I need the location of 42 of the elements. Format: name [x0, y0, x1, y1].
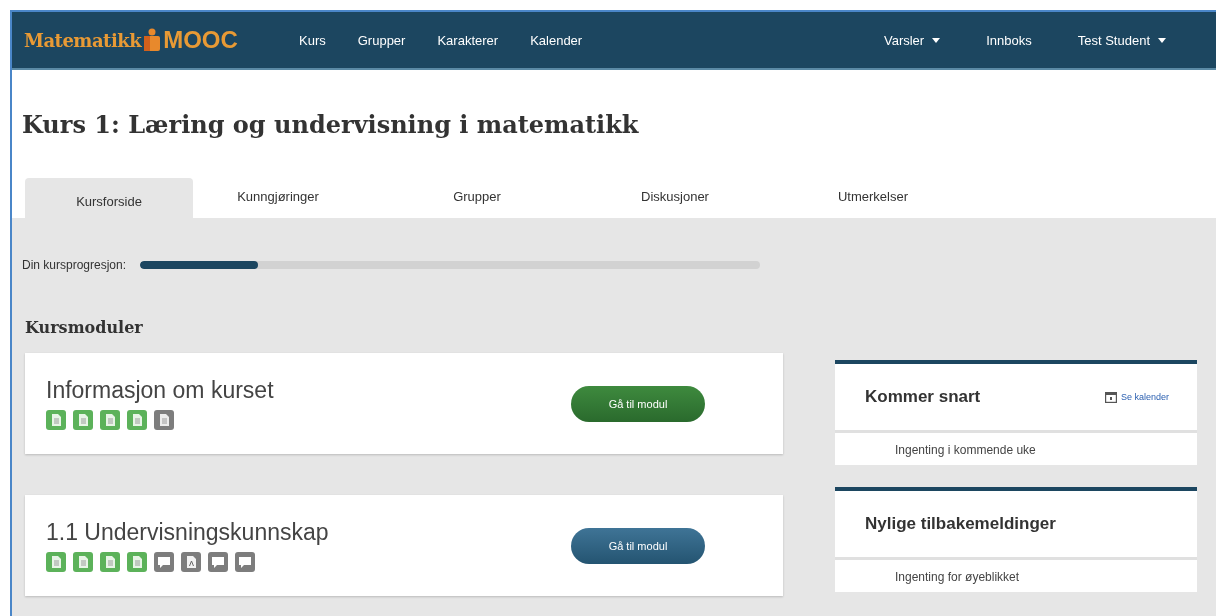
- tab[interactable]: Utmerkelser: [789, 178, 957, 218]
- calendar-icon: [1104, 391, 1117, 403]
- speech-bubble-icon[interactable]: [208, 552, 228, 572]
- nav-link[interactable]: Kurs: [299, 32, 326, 48]
- go-to-module-button[interactable]: Gå til modul: [571, 527, 705, 564]
- document-icon[interactable]: [73, 552, 93, 572]
- nav-link[interactable]: Karakterer: [437, 32, 499, 48]
- document-icon[interactable]: [154, 410, 174, 430]
- go-to-module-button[interactable]: Gå til modul: [571, 385, 705, 422]
- document-icon[interactable]: [127, 552, 147, 572]
- tab[interactable]: Kunngjøringer: [193, 178, 363, 218]
- logo-text[interactable]: Matematikk: [24, 29, 142, 51]
- document-icon[interactable]: [46, 410, 66, 430]
- link-text[interactable]: Se kalender: [1120, 392, 1169, 402]
- document-icon[interactable]: [100, 552, 120, 572]
- panel-title: Nylige tilbakemeldinger: [865, 514, 1056, 534]
- tab[interactable]: Diskusjoner: [591, 178, 759, 218]
- course-title: Kurs 1: Læring og undervisning i matematikk: [21, 109, 640, 140]
- document-icon[interactable]: [46, 552, 66, 572]
- module-title: Informasjon om kurset: [46, 377, 275, 404]
- panel-title: Kommer snart: [865, 387, 981, 407]
- document-icon[interactable]: [73, 410, 93, 430]
- document-icon[interactable]: [181, 552, 201, 572]
- tab[interactable]: Kursforside: [25, 178, 193, 218]
- people-icon: [142, 28, 163, 52]
- progress-label: Din kursprogresjon:: [22, 258, 127, 272]
- section-heading: Kursmoduler: [25, 318, 144, 337]
- speech-bubble-icon[interactable]: [154, 552, 174, 572]
- module-title: 1.1 Undervisningskunnskap: [46, 519, 330, 546]
- speech-bubble-icon[interactable]: [235, 552, 255, 572]
- logo-text[interactable]: MOOC: [163, 26, 238, 54]
- empty-message: Ingenting i kommende uke: [894, 442, 1037, 459]
- nav-link[interactable]: Test Student: [1077, 32, 1166, 48]
- empty-message: Ingenting for øyeblikket: [894, 569, 1021, 586]
- calendar-link[interactable]: Se kalender: [1104, 391, 1169, 403]
- document-icon[interactable]: [100, 410, 120, 430]
- nav-link[interactable]: Varsler: [883, 32, 941, 48]
- nav-link[interactable]: Grupper: [357, 32, 406, 48]
- nav-link[interactable]: Innboks: [986, 32, 1032, 48]
- nav-link[interactable]: Kalender: [530, 32, 583, 48]
- document-icon[interactable]: [127, 410, 147, 430]
- tab[interactable]: Grupper: [393, 178, 561, 218]
